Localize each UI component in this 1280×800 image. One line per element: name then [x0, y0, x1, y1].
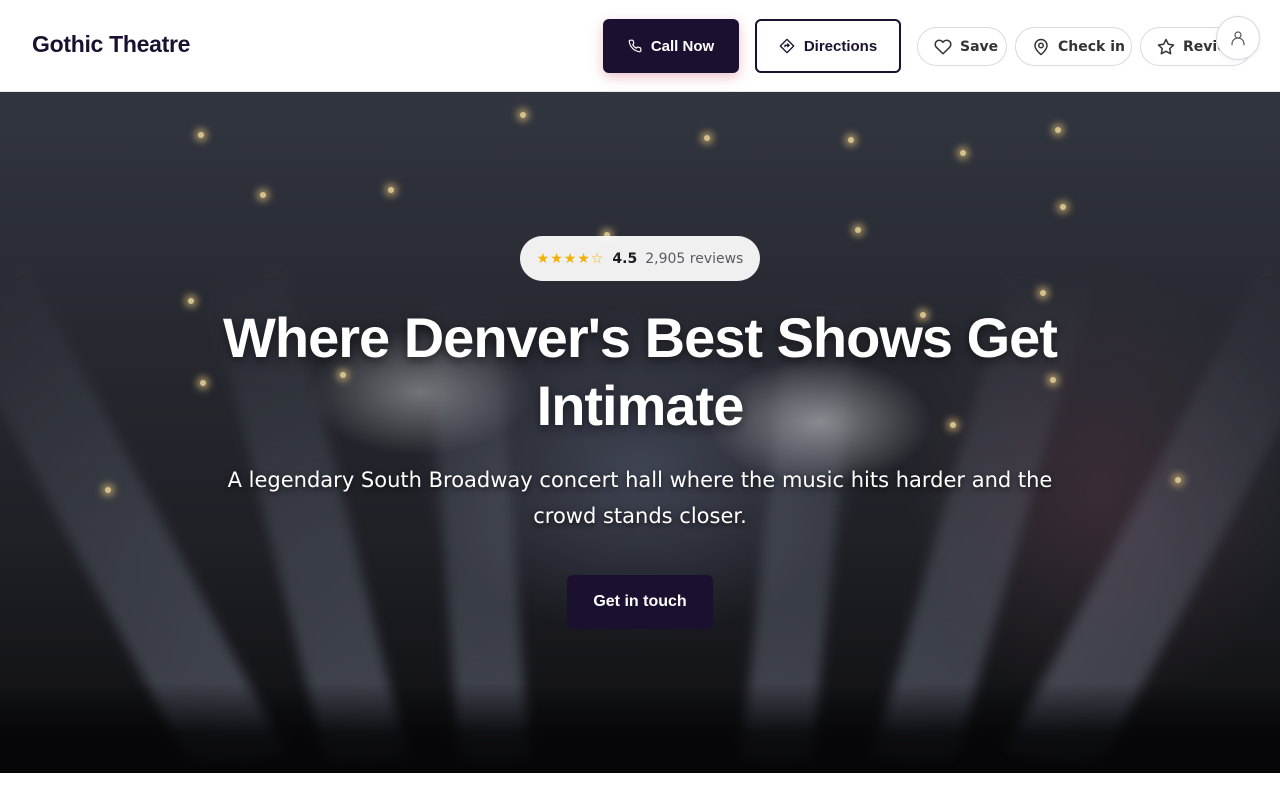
hero-section: ★★★★☆ 4.5 2,905 reviews Where Denver's B… — [0, 92, 1280, 773]
user-icon — [1229, 29, 1247, 47]
save-button[interactable]: Save — [917, 27, 1007, 66]
star-rating-icon: ★★★★☆ — [536, 250, 605, 267]
heart-icon — [934, 38, 952, 56]
star-icon — [1157, 38, 1175, 56]
check-in-button[interactable]: Check in — [1015, 27, 1132, 66]
directions-button[interactable]: Directions — [755, 19, 901, 73]
directions-icon — [779, 38, 795, 54]
hero-subtitle: A legendary South Broadway concert hall … — [227, 468, 1053, 528]
check-in-label: Check in — [1058, 38, 1125, 55]
directions-label: Directions — [803, 37, 878, 55]
rating-badge: ★★★★☆ 4.5 2,905 reviews — [520, 236, 760, 281]
call-now-button[interactable]: Call Now — [603, 19, 739, 73]
review-count[interactable]: 2,905 reviews — [645, 251, 743, 267]
call-now-label: Call Now — [650, 37, 715, 55]
brand-name[interactable]: Gothic Theatre — [32, 31, 190, 58]
get-in-touch-button[interactable]: Get in touch — [567, 575, 713, 629]
rating-value: 4.5 — [612, 250, 638, 267]
phone-icon — [628, 39, 642, 53]
save-label: Save — [960, 38, 999, 55]
hero-headline: Where Denver's Best Shows Get Intimate — [223, 306, 1058, 437]
site-header: Gothic Theatre Call Now Directions Save … — [0, 0, 1280, 92]
account-button[interactable] — [1216, 16, 1260, 60]
map-pin-icon — [1032, 38, 1050, 56]
